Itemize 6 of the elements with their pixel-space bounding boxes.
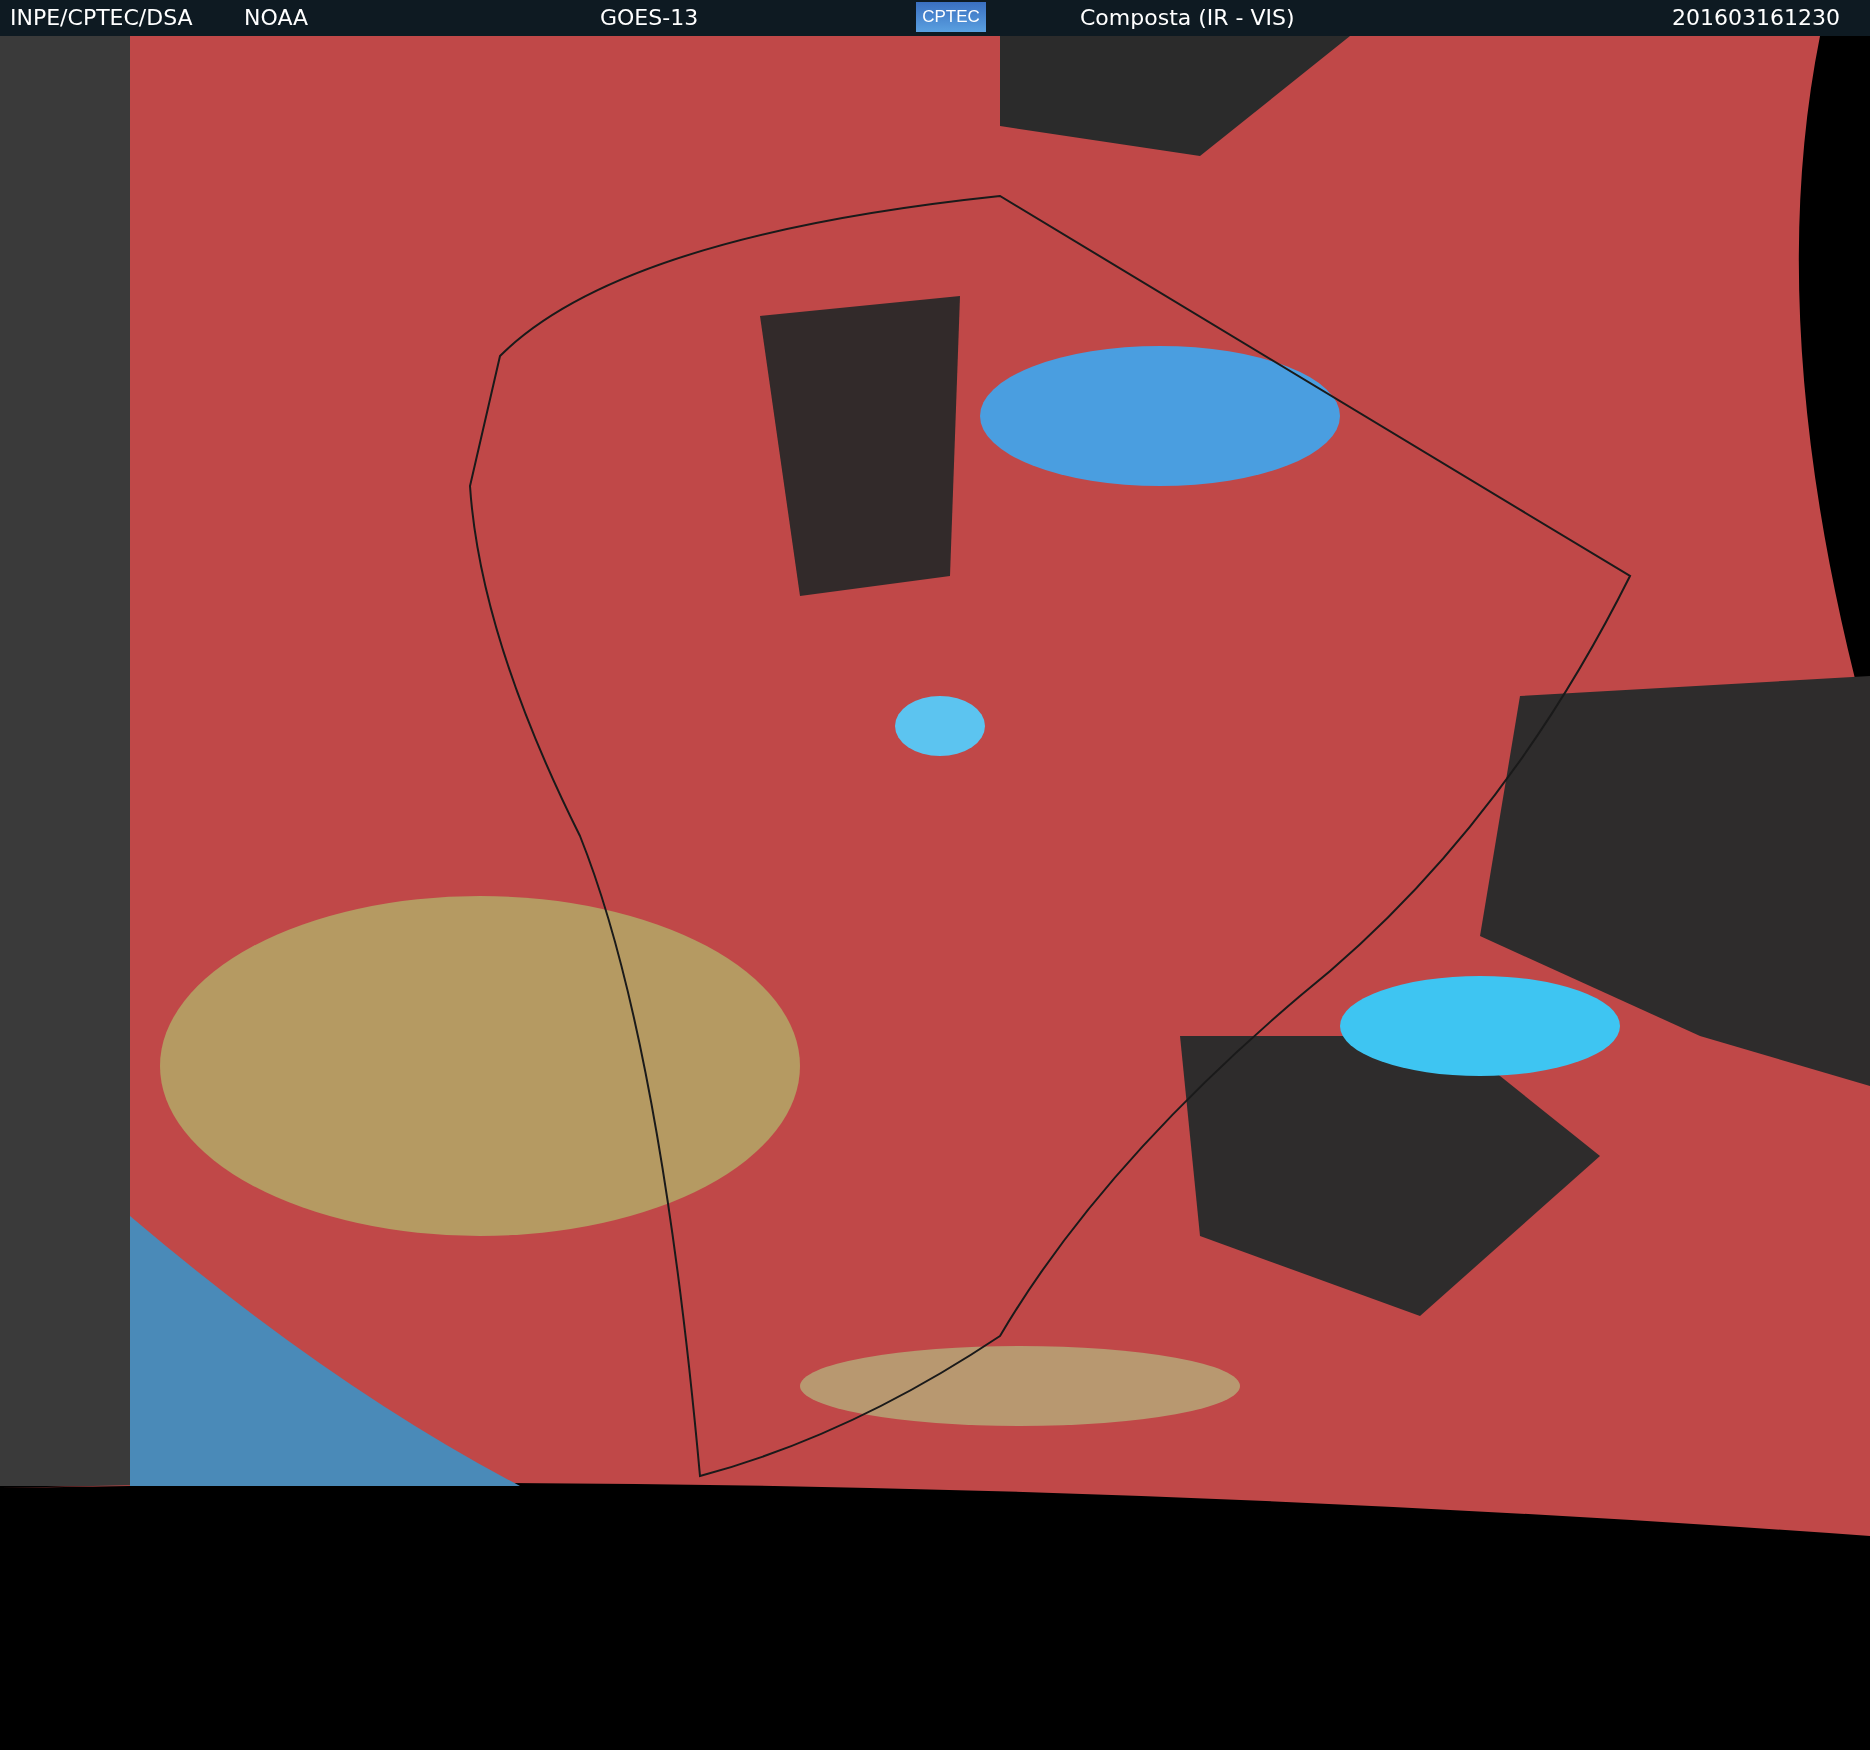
- logo: CPTEC: [916, 2, 986, 32]
- header-label: Composta (IR - VIS): [1080, 5, 1295, 31]
- header-label: GOES-13: [600, 5, 699, 31]
- header-label: 201603161230: [1672, 5, 1840, 31]
- header-label: NOAA: [244, 5, 309, 31]
- header-label: INPE/CPTEC/DSA: [10, 5, 193, 31]
